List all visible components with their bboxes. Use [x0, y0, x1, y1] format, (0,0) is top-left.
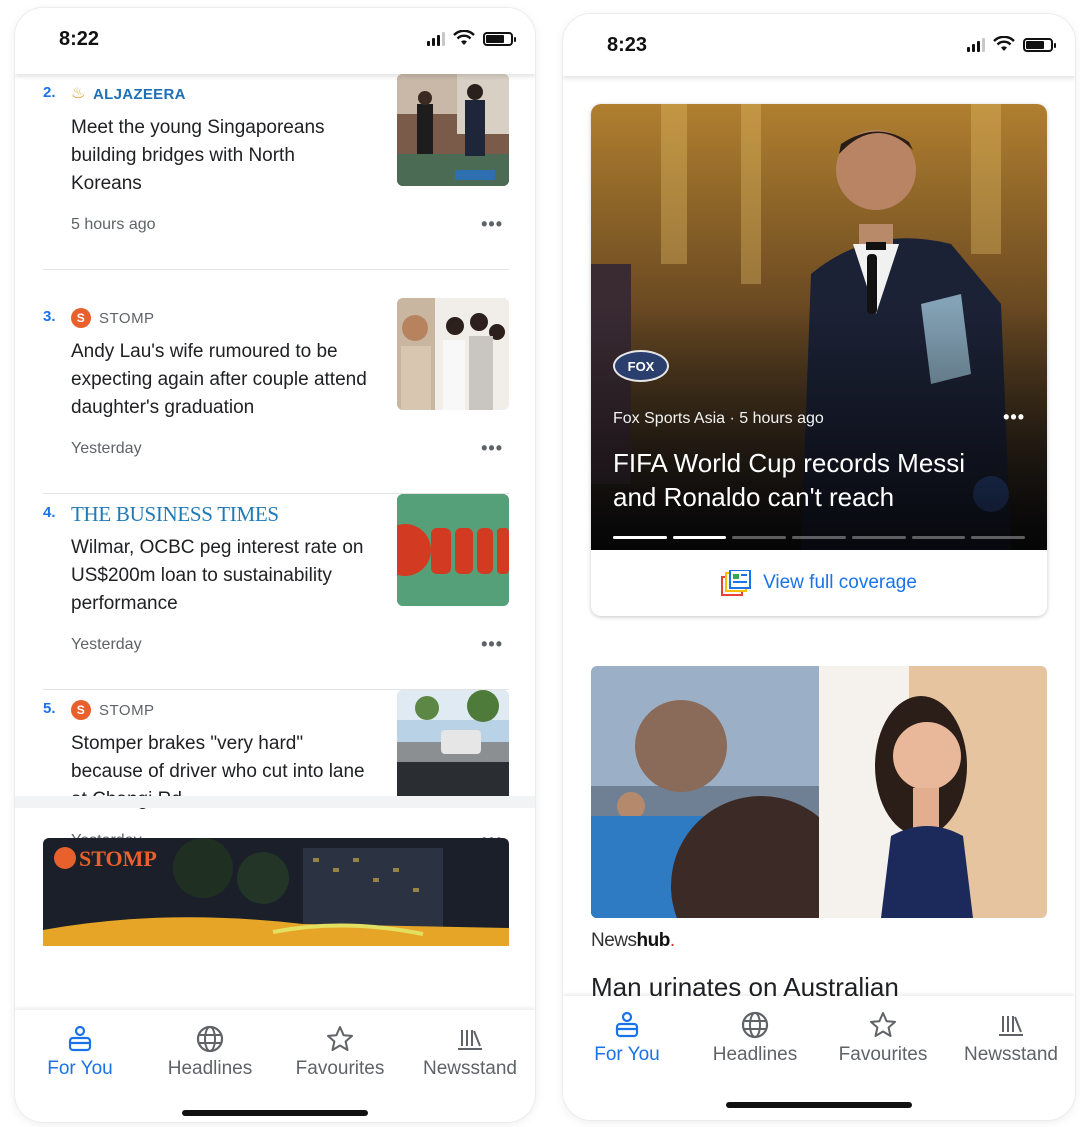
full-coverage-icon: [721, 570, 752, 596]
nav-label: For You: [47, 1058, 113, 1079]
stomp-logo: STOMP: [79, 846, 157, 871]
source-name: ALJAZEERA: [93, 85, 186, 103]
article-source: THE BUSINESS TIMES: [71, 501, 279, 526]
newshub-logo-part: News: [591, 930, 637, 951]
newshub-logo-dot: .: [669, 930, 675, 951]
hero-source-time: Fox Sports Asia · 5 hours ago: [613, 410, 824, 427]
section-divider: [15, 796, 535, 808]
nav-headlines[interactable]: Headlines: [150, 1024, 270, 1080]
article-time: 5 hours ago: [71, 216, 156, 233]
article-rank: 5.: [43, 700, 56, 717]
nav-label: Newsstand: [964, 1044, 1058, 1065]
article-item[interactable]: 3. S STOMP Andy Lau's wife rumoured to b…: [43, 298, 509, 494]
view-full-coverage-button[interactable]: View full coverage: [591, 550, 1047, 616]
article-time: Yesterday: [71, 440, 142, 457]
stomp-logo-icon: S: [71, 700, 91, 720]
article-item[interactable]: 2. ♨ ALJAZEERA Meet the young Singaporea…: [43, 74, 509, 270]
home-indicator[interactable]: [726, 1102, 912, 1108]
home-indicator[interactable]: [182, 1110, 368, 1116]
cellular-signal-icon: [427, 32, 445, 46]
article-title: Wilmar, OCBC peg interest rate on US$200…: [71, 537, 364, 614]
nav-headlines[interactable]: Headlines: [695, 1010, 815, 1066]
nav-newsstand[interactable]: Newsstand: [410, 1024, 530, 1080]
source-name: STOMP: [99, 701, 155, 719]
newshub-logo-part: hub: [636, 930, 671, 951]
bottom-navigation: For You Headlines Favourites Newsstand: [563, 996, 1075, 1120]
article-thumbnail: [397, 690, 509, 802]
article-thumbnail: [397, 298, 509, 410]
status-bar: 8:23: [563, 14, 1075, 76]
hero-title: FIFA World Cup records Messi and Ronaldo…: [613, 448, 966, 512]
for-you-icon: [68, 1025, 92, 1052]
wifi-icon: [993, 36, 1015, 51]
more-options-icon[interactable]: •••: [1003, 407, 1025, 428]
globe-icon: [196, 1025, 224, 1053]
nav-newsstand[interactable]: Newsstand: [951, 1010, 1071, 1066]
article-source: S STOMP: [71, 308, 155, 328]
article-source: S STOMP: [71, 700, 155, 720]
more-options-icon[interactable]: •••: [481, 634, 503, 655]
nav-label: Headlines: [167, 1058, 253, 1079]
nav-label: Newsstand: [423, 1058, 517, 1079]
more-options-icon[interactable]: •••: [481, 438, 503, 459]
status-icons: [967, 36, 1056, 52]
carousel-indicator: [613, 536, 1026, 539]
nav-for-you[interactable]: For You: [567, 1010, 687, 1066]
source-name: STOMP: [99, 309, 155, 327]
article-source: ♨ ALJAZEERA: [71, 84, 186, 104]
article-title: Meet the young Singaporeans building bri…: [71, 117, 325, 194]
for-you-icon: [615, 1011, 639, 1038]
globe-icon: [741, 1011, 769, 1039]
nav-favourites[interactable]: Favourites: [823, 1010, 943, 1066]
stomp-logo-icon: S: [71, 308, 91, 328]
nav-label: For You: [594, 1044, 660, 1065]
phone-screen-left: 8:22 2. ♨ ALJAZEERA Meet the young Singa…: [15, 8, 535, 1122]
article-item[interactable]: 4. THE BUSINESS TIMES Wilmar, OCBC peg i…: [43, 494, 509, 690]
battery-icon: [1023, 38, 1056, 52]
source-logo: Newshub.: [591, 930, 675, 952]
fox-sports-logo: FOX: [613, 350, 669, 382]
article-thumbnail: [397, 74, 509, 186]
hero-story-card[interactable]: FOX Fox Sports Asia · 5 hours ago ••• FI…: [591, 104, 1047, 616]
status-icons: [427, 30, 516, 46]
article-thumbnail: [397, 494, 509, 606]
nav-favourites[interactable]: Favourites: [280, 1024, 400, 1080]
article-time: Yesterday: [71, 636, 142, 653]
wifi-icon: [453, 30, 475, 45]
more-options-icon[interactable]: •••: [481, 214, 503, 235]
newsstand-icon: [458, 1030, 482, 1050]
status-time: 8:22: [59, 28, 100, 50]
nav-label: Headlines: [712, 1044, 798, 1065]
article-rank: 3.: [43, 308, 56, 325]
nav-label: Favourites: [295, 1058, 385, 1079]
article-title: Andy Lau's wife rumoured to be expecting…: [71, 341, 367, 418]
source-name: THE BUSINESS TIMES: [71, 501, 279, 526]
stomp-card-image[interactable]: STOMP: [43, 838, 509, 946]
status-time: 8:23: [607, 34, 648, 56]
article-rank: 2.: [43, 84, 56, 101]
star-icon: [870, 1012, 896, 1037]
aljazeera-logo-icon: ♨: [71, 85, 86, 102]
article-rank: 4.: [43, 504, 56, 521]
battery-icon: [483, 32, 516, 46]
status-bar: 8:22: [15, 8, 535, 74]
newsstand-icon: [999, 1016, 1023, 1036]
coverage-label: View full coverage: [763, 572, 917, 593]
nav-for-you[interactable]: For You: [20, 1024, 140, 1080]
phone-screen-right: 8:23 FOX Fox Sports Asia · 5 hours ago •…: [563, 14, 1075, 1120]
star-icon: [327, 1026, 353, 1051]
story-card-image[interactable]: [591, 666, 1047, 918]
cellular-signal-icon: [967, 38, 985, 52]
bottom-navigation: For You Headlines Favourites Newsstand: [15, 1010, 535, 1122]
nav-label: Favourites: [838, 1044, 928, 1065]
